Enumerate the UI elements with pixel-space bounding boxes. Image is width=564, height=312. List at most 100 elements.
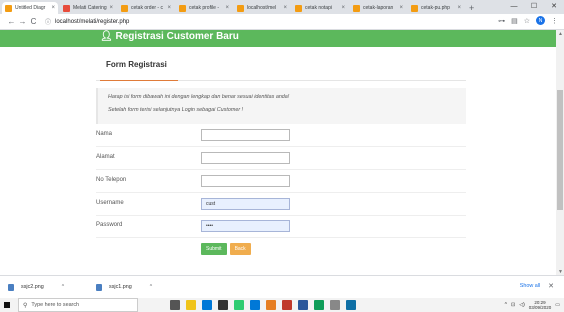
close-icon[interactable]: ✕	[548, 282, 554, 290]
key-icon[interactable]: ⊶	[498, 17, 505, 25]
user-icon: 👤︎	[100, 31, 116, 42]
submit-button[interactable]: Submit	[201, 243, 227, 255]
address-bar[interactable]: ⓘ localhost/melati/register.php	[45, 16, 129, 28]
close-icon[interactable]: ×	[51, 5, 55, 11]
info-icon[interactable]: ⓘ	[45, 17, 51, 26]
taskbar-app-icon[interactable]	[282, 300, 292, 310]
tab-cetak-order[interactable]: cetak order - c ×	[118, 2, 174, 14]
network-icon[interactable]: ⊡	[511, 302, 515, 308]
alamat-label: Alamat	[96, 154, 115, 160]
taskbar-app-icon[interactable]	[298, 300, 308, 310]
close-icon[interactable]: ×	[283, 5, 287, 11]
tab-cetak-profile[interactable]: cetak profile - ×	[176, 2, 232, 14]
taskbar-app-icon[interactable]	[202, 300, 212, 310]
back-button[interactable]: Back	[229, 243, 251, 255]
browser-tab-bar: Untitled Diagr × Melati Catering × cetak…	[0, 0, 564, 14]
close-icon[interactable]: ×	[341, 5, 345, 11]
form-header: Form Registrasi	[96, 58, 466, 72]
notice-line-2: Setelah form terisi selanjutnya Login se…	[108, 107, 244, 113]
form-row-password: Password	[96, 220, 466, 234]
taskbar-search[interactable]: ⚲ Type here to search	[18, 298, 138, 312]
taskbar-app-icon[interactable]	[234, 300, 244, 310]
tab-localhost-melati[interactable]: localhost/mel ×	[234, 2, 290, 14]
form-row-alamat: Alamat	[96, 152, 466, 166]
star-icon[interactable]: ☆	[524, 17, 530, 25]
download-item[interactable]: ssjc1.png ^	[96, 283, 184, 291]
telepon-input[interactable]	[201, 175, 290, 187]
scrollbar-thumb[interactable]	[557, 90, 563, 210]
divider	[96, 146, 466, 147]
close-icon[interactable]: ×	[399, 5, 403, 11]
new-tab-button[interactable]: +	[469, 2, 474, 14]
taskbar-app-icon[interactable]	[186, 300, 196, 310]
close-icon[interactable]: ×	[109, 5, 113, 11]
taskbar-app-icon[interactable]	[330, 300, 340, 310]
form-actions: Submit Back	[201, 243, 251, 255]
password-label: Password	[96, 222, 123, 228]
chevron-up-icon[interactable]: ^	[150, 284, 152, 290]
drawio-icon	[5, 4, 12, 12]
close-window-icon[interactable]: ✕	[544, 0, 564, 14]
site-icon	[411, 4, 418, 12]
password-input[interactable]	[201, 220, 290, 232]
taskbar-app-icon[interactable]	[218, 300, 228, 310]
notice-box: Harap isi form dibawah ini dengan lengka…	[96, 88, 466, 124]
show-all-button[interactable]: Show all	[520, 283, 540, 289]
form-row-username: Username	[96, 198, 466, 212]
divider	[96, 192, 466, 193]
windows-start-icon[interactable]	[0, 298, 14, 312]
maximize-icon[interactable]: ☐	[524, 0, 544, 14]
title-accent-underline	[100, 80, 178, 81]
volume-icon[interactable]: ◁)	[519, 302, 525, 308]
nama-input[interactable]	[201, 129, 290, 141]
page-title: 👤︎ Registrasi Customer Baru	[100, 31, 239, 42]
translate-icon[interactable]: ▤	[511, 17, 518, 25]
nama-label: Nama	[96, 131, 113, 137]
site-icon	[63, 4, 70, 12]
taskbar-app-icon[interactable]	[266, 300, 276, 310]
form-title: Form Registrasi	[106, 60, 167, 69]
alamat-input[interactable]	[201, 152, 290, 164]
taskbar-app-icon[interactable]	[346, 300, 356, 310]
close-icon[interactable]: ×	[225, 5, 229, 11]
pinned-apps	[170, 300, 356, 310]
divider	[96, 215, 466, 216]
chevron-up-icon[interactable]: ^	[505, 302, 507, 308]
menu-dots-icon[interactable]: ⋮	[551, 17, 558, 25]
tab-untitled-diagram[interactable]: Untitled Diagr ×	[2, 2, 58, 14]
tab-cetak-laporan[interactable]: cetak-laporan ×	[350, 2, 406, 14]
chevron-up-icon[interactable]: ^	[62, 284, 64, 290]
site-icon	[295, 4, 302, 12]
image-file-icon	[8, 283, 14, 291]
download-item[interactable]: ssjc2.png ^	[8, 283, 96, 291]
close-icon[interactable]: ×	[457, 5, 461, 11]
taskbar-app-icon[interactable]	[250, 300, 260, 310]
page-scrollbar[interactable]	[556, 30, 564, 275]
clock[interactable]: 20:29 03/09/2020	[529, 300, 552, 311]
forward-arrow-icon[interactable]: →	[17, 17, 28, 26]
back-arrow-icon[interactable]: ←	[6, 17, 17, 26]
page-banner: 👤︎ Registrasi Customer Baru	[0, 30, 556, 47]
taskbar-app-icon[interactable]	[170, 300, 180, 310]
username-label: Username	[96, 200, 124, 206]
divider	[96, 237, 466, 238]
site-icon	[353, 4, 360, 12]
profile-avatar[interactable]: N	[536, 16, 545, 25]
search-placeholder: Type here to search	[31, 302, 80, 308]
tab-cetak-notapi[interactable]: cetak notapi ×	[292, 2, 348, 14]
taskbar-app-icon[interactable]	[314, 300, 324, 310]
scroll-up-icon[interactable]: ▲	[558, 31, 563, 37]
notifications-icon[interactable]: ▭	[555, 302, 560, 308]
downloads-bar: ssjc2.png ^ ssjc1.png ^ Show all ✕	[0, 275, 564, 298]
tab-melati-catering[interactable]: Melati Catering ×	[60, 2, 116, 14]
site-icon	[179, 4, 186, 12]
window-controls: — ☐ ✕	[504, 0, 564, 14]
username-input[interactable]	[201, 198, 290, 210]
close-icon[interactable]: ×	[167, 5, 171, 11]
site-icon	[237, 4, 244, 12]
form-row-telepon: No Telepon	[96, 175, 466, 189]
browser-toolbar: ← → C ⓘ localhost/melati/register.php ⊶ …	[0, 14, 564, 30]
minimize-icon[interactable]: —	[504, 0, 524, 14]
reload-icon[interactable]: C	[28, 17, 39, 26]
tab-cetak-pu[interactable]: cetak-pu.php ×	[408, 2, 464, 14]
